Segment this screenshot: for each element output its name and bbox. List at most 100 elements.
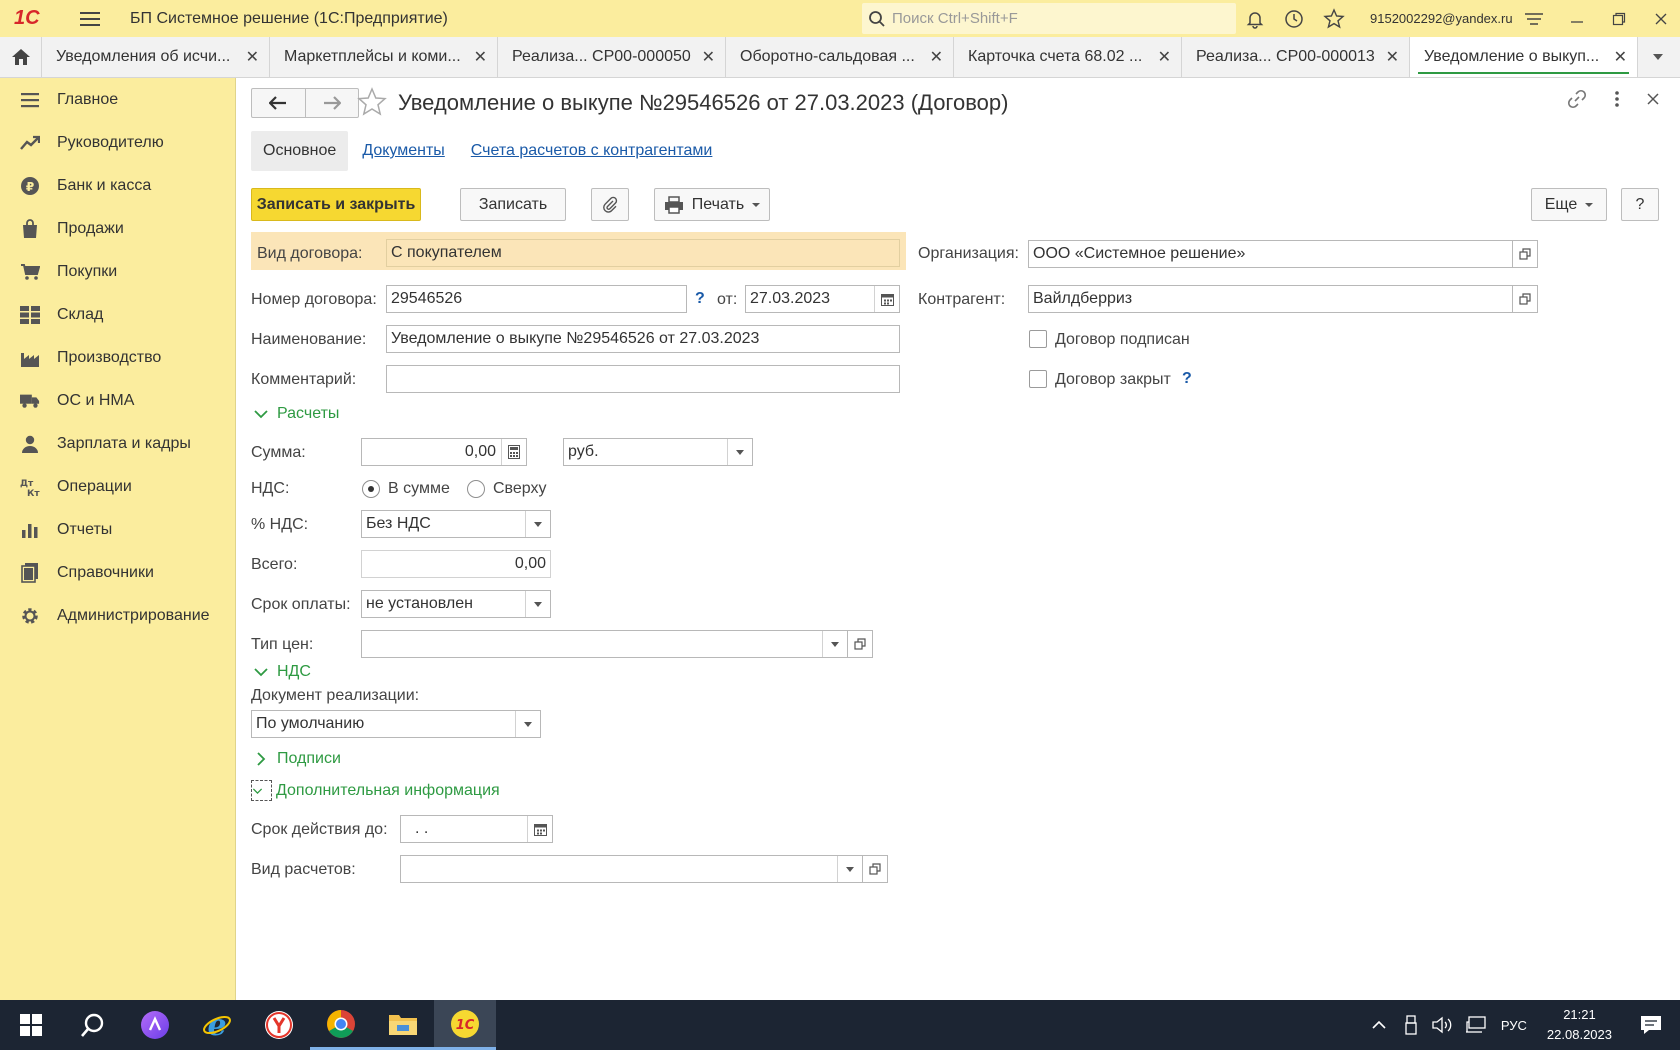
price-type-open-button[interactable] <box>847 630 873 658</box>
price-type-select[interactable] <box>361 630 848 658</box>
contract-closed-checkbox[interactable] <box>1029 370 1047 388</box>
sale-document-select[interactable]: По умолчанию <box>251 710 541 738</box>
input-language[interactable]: РУС <box>1501 1018 1527 1033</box>
counterparty-field[interactable]: Вайлдберриз <box>1028 285 1513 313</box>
tab-item[interactable]: Реализа... СР00-000013 ✕ <box>1182 37 1410 77</box>
contract-date-field[interactable]: 27.03.2023 <box>745 285 900 313</box>
sidebar-item-manager[interactable]: Руководителю <box>0 121 235 164</box>
calendar-icon[interactable] <box>527 816 552 842</box>
current-user[interactable]: 9152002292@yandex.ru <box>1370 11 1513 26</box>
close-tab-icon[interactable]: ✕ <box>930 47 943 67</box>
tab-item[interactable]: Карточка счета 68.02 ... ✕ <box>954 37 1182 77</box>
home-tab[interactable] <box>0 37 42 77</box>
print-button[interactable]: Печать <box>654 188 770 221</box>
close-tab-icon[interactable]: ✕ <box>246 47 259 67</box>
sidebar-item-production[interactable]: Производство <box>0 336 235 379</box>
more-vertical-icon[interactable] <box>1614 90 1620 108</box>
dropdown-arrow-icon[interactable] <box>822 631 847 657</box>
1c-logo[interactable]: 1С <box>14 7 54 30</box>
payment-term-select[interactable]: не установлен <box>361 590 551 618</box>
save-button[interactable]: Записать <box>460 188 566 221</box>
close-tab-icon[interactable]: ✕ <box>1158 47 1171 67</box>
main-menu-icon[interactable] <box>80 11 100 26</box>
contract-number-field[interactable]: 29546526 <box>386 285 687 313</box>
sidebar-item-bank[interactable]: ₽ Банк и касса <box>0 164 235 207</box>
counterparty-open-button[interactable] <box>1512 285 1538 313</box>
close-tab-icon[interactable]: ✕ <box>702 47 715 67</box>
close-tab-icon[interactable]: ✕ <box>474 47 487 67</box>
taskbar-ie-app[interactable]: e <box>186 1000 248 1050</box>
contract-name-field[interactable]: Уведомление о выкупе №29546526 от 27.03.… <box>386 325 900 353</box>
tab-main[interactable]: Основное <box>251 131 349 171</box>
add-favorite-star-icon[interactable] <box>356 86 388 123</box>
sidebar-item-purchases[interactable]: Покупки <box>0 250 235 293</box>
start-button[interactable] <box>0 1000 62 1050</box>
dropdown-arrow-icon[interactable] <box>525 591 550 617</box>
close-tab-icon[interactable]: ✕ <box>1386 47 1399 67</box>
valid-until-field[interactable]: . . <box>400 815 553 843</box>
tab-item[interactable]: Оборотно-сальдовая ... ✕ <box>726 37 954 77</box>
contract-signed-checkbox[interactable] <box>1029 330 1047 348</box>
more-actions-button[interactable]: Еще <box>1531 188 1607 221</box>
minimize-icon[interactable] <box>1570 0 1584 37</box>
history-icon[interactable] <box>1283 8 1305 30</box>
taskbar-explorer-app[interactable] <box>372 1000 434 1050</box>
tab-item[interactable]: Уведомления об исчи... ✕ <box>42 37 270 77</box>
currency-select[interactable]: руб. <box>563 438 753 466</box>
sidebar-item-fixed-assets[interactable]: ОС и НМА <box>0 379 235 422</box>
organization-open-button[interactable] <box>1512 240 1538 268</box>
sidebar-item-admin[interactable]: Администрирование <box>0 594 235 637</box>
sum-field[interactable]: 0,00 <box>361 438 527 466</box>
bell-icon[interactable] <box>1245 9 1265 29</box>
taskbar-search-button[interactable] <box>62 1000 124 1050</box>
settings-lines-icon[interactable] <box>1524 0 1544 37</box>
calendar-icon[interactable] <box>874 286 899 312</box>
tab-item-active[interactable]: Уведомление о выкуп... ✕ <box>1410 37 1638 77</box>
tray-expand-chevron-icon[interactable] <box>1371 1020 1387 1030</box>
number-help-icon[interactable]: ? <box>695 290 705 308</box>
sidebar-item-payroll[interactable]: Зарплата и кадры <box>0 422 235 465</box>
vat-section-toggle[interactable]: НДС <box>253 663 311 681</box>
taskbar-yandex-browser-app[interactable] <box>248 1000 310 1050</box>
global-search-input[interactable]: Поиск Ctrl+Shift+F <box>862 3 1236 34</box>
close-tab-icon[interactable]: ✕ <box>1614 47 1627 67</box>
network-icon[interactable] <box>1465 1016 1487 1034</box>
vat-over-radio[interactable] <box>467 480 485 498</box>
dropdown-arrow-icon[interactable] <box>837 856 862 882</box>
dropdown-arrow-icon[interactable] <box>727 439 752 465</box>
organization-field[interactable]: ООО «Системное решение» <box>1028 240 1513 268</box>
tab-item[interactable]: Маркетплейсы и коми... ✕ <box>270 37 498 77</box>
calculator-icon[interactable] <box>501 439 526 465</box>
vat-in-sum-radio[interactable] <box>362 480 380 498</box>
speaker-icon[interactable] <box>1431 1016 1453 1034</box>
tab-item[interactable]: Реализа... СР00-000050 ✕ <box>498 37 726 77</box>
link-icon[interactable] <box>1566 88 1588 110</box>
sidebar-item-operations[interactable]: Дт Кт Операции <box>0 465 235 508</box>
close-window-icon[interactable] <box>1654 0 1668 37</box>
usb-device-icon[interactable] <box>1405 1015 1417 1035</box>
contract-type-field[interactable]: С покупателем <box>386 239 900 267</box>
taskbar-1c-app[interactable]: 1С <box>434 1000 496 1050</box>
settlement-type-select[interactable] <box>400 855 863 883</box>
tab-documents[interactable]: Документы <box>362 142 444 160</box>
settlement-type-open-button[interactable] <box>862 855 888 883</box>
taskbar-alice-app[interactable] <box>124 1000 186 1050</box>
clock[interactable]: 21:21 22.08.2023 <box>1547 1005 1612 1045</box>
forward-button[interactable] <box>306 89 359 117</box>
extra-info-section-toggle[interactable]: Дополнительная информация <box>251 780 500 801</box>
help-button[interactable]: ? <box>1621 188 1659 221</box>
comment-field[interactable] <box>386 365 900 393</box>
closed-help-icon[interactable]: ? <box>1182 370 1192 388</box>
tabs-dropdown-icon[interactable] <box>1638 37 1678 77</box>
notifications-icon[interactable] <box>1640 1015 1662 1035</box>
taskbar-chrome-app[interactable] <box>310 1000 372 1050</box>
save-and-close-button[interactable]: Записать и закрыть <box>251 188 421 221</box>
vat-rate-select[interactable]: Без НДС <box>361 510 551 538</box>
sidebar-item-reports[interactable]: Отчеты <box>0 508 235 551</box>
sidebar-item-warehouse[interactable]: Склад <box>0 293 235 336</box>
restore-icon[interactable] <box>1612 0 1626 37</box>
calculations-section-toggle[interactable]: Расчеты <box>253 405 339 423</box>
dropdown-arrow-icon[interactable] <box>525 511 550 537</box>
sidebar-item-sales[interactable]: Продажи <box>0 207 235 250</box>
favorites-star-icon[interactable] <box>1323 7 1345 30</box>
